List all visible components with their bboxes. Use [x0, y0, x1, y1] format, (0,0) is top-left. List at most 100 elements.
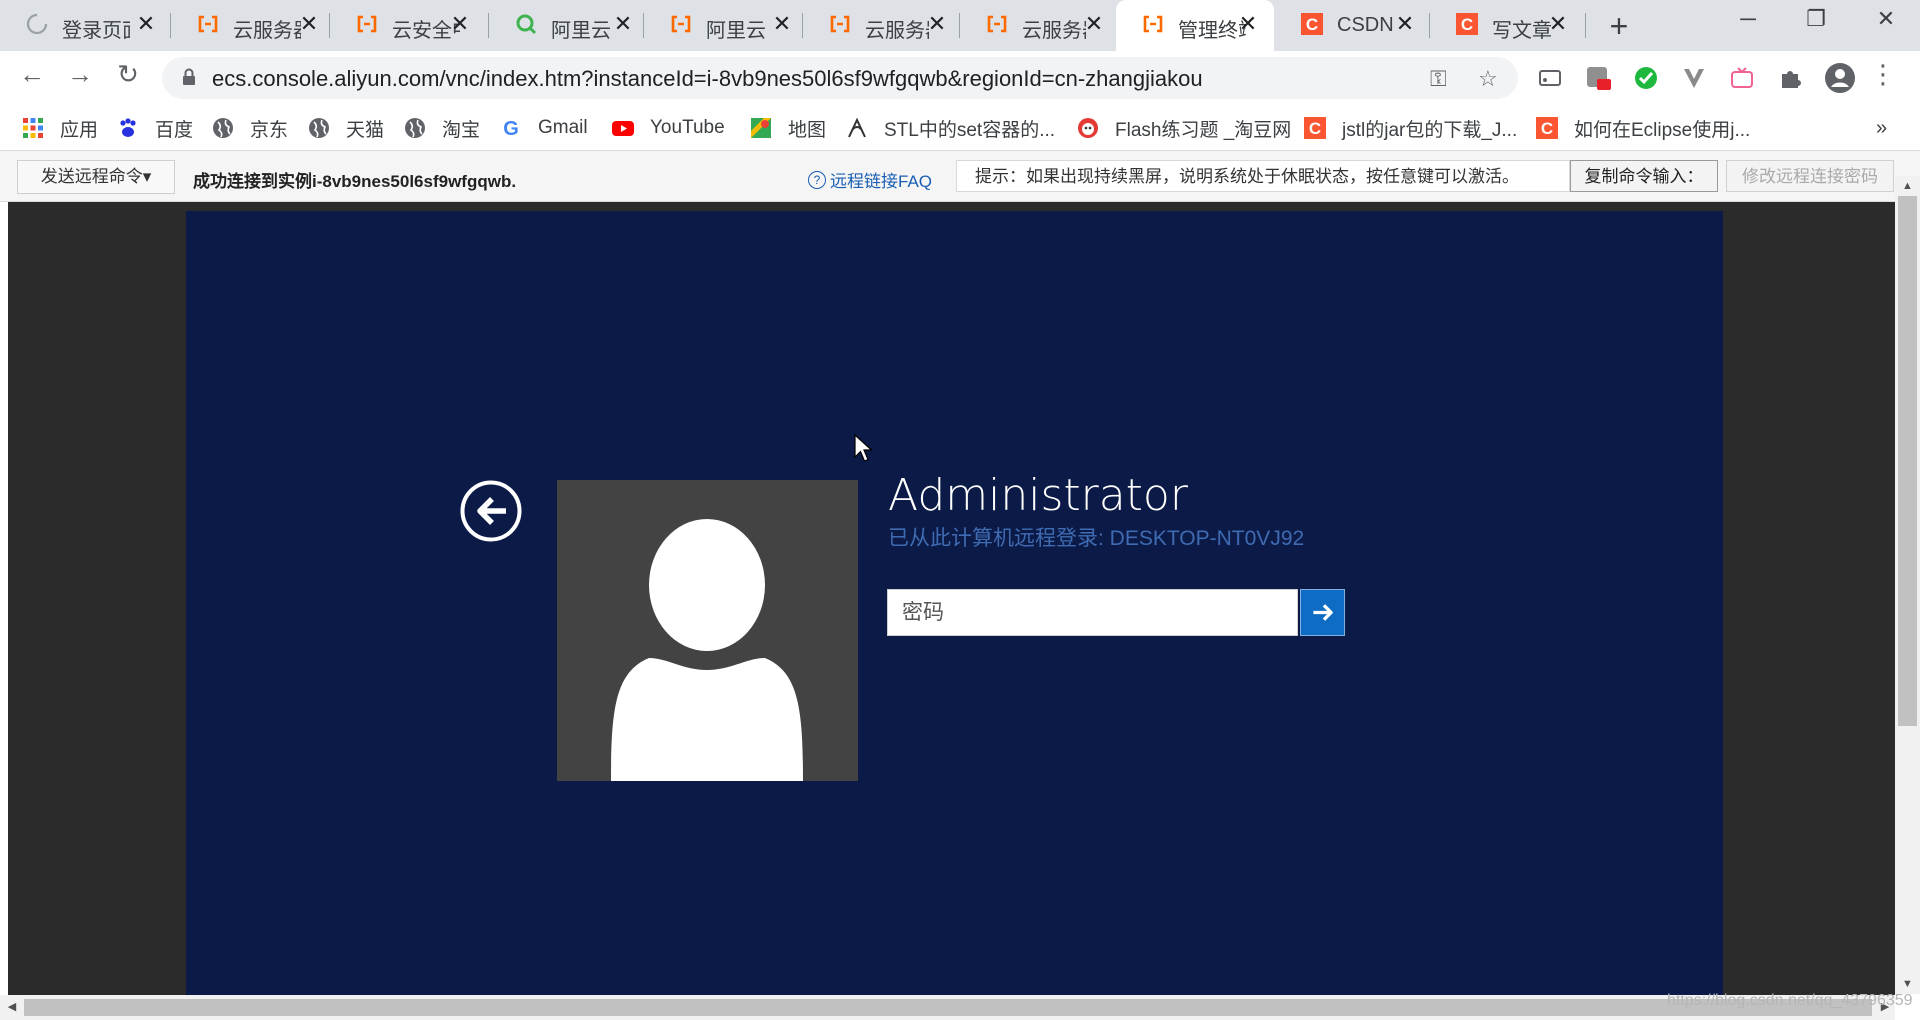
aliyun-icon [987, 15, 1007, 33]
copy-command-input-button[interactable]: 复制命令输入： [1570, 160, 1718, 192]
new-tab-button[interactable]: + [1603, 8, 1635, 45]
address-bar[interactable]: ecs.console.aliyun.com/vnc/index.htm?ins… [162, 57, 1518, 99]
minimize-icon[interactable]: ─ [1728, 6, 1768, 32]
mouse-pointer-icon [854, 434, 874, 462]
window-close-icon[interactable]: ✕ [1866, 6, 1906, 32]
cast-icon[interactable] [1536, 64, 1564, 92]
tab-title: 云服务器 [865, 20, 929, 42]
bookmark-label: STL中的set容器的... [884, 119, 1056, 141]
bookmark-jd[interactable]: 京东 [212, 115, 288, 141]
star-bookmark-icon[interactable]: ☆ [1478, 66, 1498, 92]
tab-title: CSDN [1337, 14, 1394, 36]
user-silhouette-icon [611, 519, 803, 781]
submit-arrow-button[interactable] [1300, 589, 1345, 636]
extension-red-badge-icon[interactable] [1584, 64, 1612, 92]
bookmark-tmall[interactable]: 天猫 [308, 115, 384, 141]
bookmark-eclipse[interactable]: C 如何在Eclipse使用j... [1536, 115, 1750, 141]
maps-icon [751, 118, 771, 138]
send-remote-command-label: 发送远程命令 [40, 167, 143, 186]
globe-icon [405, 118, 425, 138]
csdn-icon: C [1301, 13, 1323, 35]
close-icon[interactable]: ✕ [1546, 11, 1570, 37]
aliyun-icon [357, 15, 377, 33]
extension-tv-icon[interactable] [1728, 64, 1756, 92]
close-icon[interactable]: ✕ [134, 11, 158, 37]
bookmark-label: 应用 [60, 119, 99, 141]
bookmarks-bar: 应用 百度 京东 天猫 淘宝 G Gmail YouTube 地图 STL中的s… [0, 105, 1920, 151]
bookmark-apps[interactable]: 应用 [22, 115, 98, 141]
bookmark-label: 京东 [250, 119, 289, 141]
scroll-up-icon[interactable]: ▲ [1895, 176, 1920, 196]
scroll-down-icon[interactable]: ▼ [1895, 974, 1920, 994]
bookmark-label: 淘宝 [442, 119, 481, 141]
password-input[interactable] [888, 590, 1298, 635]
tab-csdn[interactable]: C CSDN ✕ [1275, 0, 1429, 51]
tab-write-article[interactable]: C 写文章 ✕ [1430, 0, 1585, 51]
bookmark-label: jstl的jar包的下载_J... [1342, 119, 1518, 141]
tab-cloud-server-2[interactable]: 云服务器 ✕ [803, 0, 959, 51]
reload-icon[interactable]: ↻ [110, 59, 146, 90]
tab-strip: 登录页面 ✕ 云服务器 ✕ 云安全中心 ✕ 阿里云 ✕ 阿里云 ✕ 云服务器 ✕… [0, 0, 1920, 51]
puzzle-extensions-icon[interactable] [1776, 64, 1804, 92]
close-icon[interactable]: ✕ [297, 11, 321, 37]
bookmark-youtube[interactable]: YouTube [612, 115, 725, 141]
bookmark-gmail[interactable]: G Gmail [500, 115, 587, 141]
bookmark-flash-exercise[interactable]: Flash练习题 _淘豆网 [1077, 115, 1291, 141]
bookmark-label: YouTube [650, 117, 725, 138]
extension-green-check-icon[interactable] [1632, 64, 1660, 92]
tab-title: 云服务器 [233, 20, 301, 42]
globe-icon [309, 118, 329, 138]
forward-arrow-icon[interactable]: → [62, 59, 98, 90]
svg-text:C: C [1306, 15, 1318, 34]
google-icon: G [503, 118, 519, 139]
restore-icon[interactable]: ❐ [1796, 6, 1836, 32]
aliyun-icon [671, 15, 691, 33]
bookmark-jstl-jar[interactable]: C jstl的jar包的下载_J... [1304, 115, 1517, 141]
back-arrow-icon[interactable]: ← [14, 59, 50, 90]
tab-separator [1585, 13, 1586, 38]
url-text[interactable]: ecs.console.aliyun.com/vnc/index.htm?ins… [212, 66, 1203, 92]
globe-icon [213, 118, 233, 138]
tab-aliyun-2[interactable]: 阿里云 ✕ [644, 0, 802, 51]
close-icon[interactable]: ✕ [448, 11, 472, 37]
change-remote-password-button[interactable]: 修改远程连接密码 [1726, 160, 1894, 192]
close-icon[interactable]: ✕ [925, 11, 949, 37]
bookmark-maps[interactable]: 地图 [750, 115, 826, 141]
tab-cloud-server-3[interactable]: 云服务器 ✕ [960, 0, 1115, 51]
close-icon[interactable]: ✕ [770, 11, 794, 37]
horizontal-scroll-thumb[interactable] [24, 999, 1872, 1016]
profile-avatar-icon[interactable] [1824, 62, 1856, 94]
vertical-scroll-thumb[interactable] [1898, 196, 1917, 726]
close-icon[interactable]: ✕ [611, 11, 635, 37]
tab-management-terminal[interactable]: 管理终端 ✕ [1116, 0, 1274, 51]
loading-spinner-icon [26, 13, 48, 35]
tab-title: 云服务器 [1022, 20, 1086, 42]
csdn-icon: C [1304, 117, 1326, 139]
baidu-paw-icon [120, 118, 136, 137]
key-icon[interactable]: ⚿ [1430, 66, 1447, 92]
vnc-command-bar: 发送远程命令▾ 成功连接到实例i-8vb9nes50l6sf9wfgqwb. ?… [0, 151, 1920, 202]
tab-cloud-server-1[interactable]: 云服务器 ✕ [171, 0, 329, 51]
remote-faq-link[interactable]: ? 远程链接FAQ [808, 167, 932, 192]
login-subtitle: 已从此计算机远程登录: DESKTOP-NT0VJ92 [888, 527, 1305, 550]
extension-v-icon[interactable] [1680, 64, 1708, 92]
bookmark-baidu[interactable]: 百度 [117, 115, 193, 141]
tab-login-page[interactable]: 登录页面 ✕ [0, 0, 160, 51]
youtube-icon [612, 121, 634, 136]
close-icon[interactable]: ✕ [1082, 11, 1106, 37]
svg-text:C: C [1461, 15, 1473, 34]
tab-aliyun-1[interactable]: 阿里云 ✕ [489, 0, 643, 51]
bookmark-taobao[interactable]: 淘宝 [404, 115, 480, 141]
csdn-icon: C [1536, 117, 1558, 139]
close-icon[interactable]: ✕ [1393, 11, 1417, 37]
bookmark-label: Flash练习题 _淘豆网 [1115, 119, 1292, 141]
bookmarks-overflow-icon[interactable]: » [1876, 115, 1887, 141]
browser-toolbar: ← → ↻ ecs.console.aliyun.com/vnc/index.h… [0, 51, 1920, 105]
send-remote-command-button[interactable]: 发送远程命令▾ [17, 160, 175, 194]
tab-cloud-security[interactable]: 云安全中心 ✕ [330, 0, 488, 51]
back-circle-arrow-icon[interactable] [460, 480, 522, 542]
menu-dots-icon[interactable]: ⋮ [1870, 59, 1896, 90]
scroll-left-icon[interactable]: ◀ [2, 995, 22, 1020]
close-icon[interactable]: ✕ [1236, 11, 1260, 37]
bookmark-stl-set[interactable]: STL中的set容器的... [846, 115, 1055, 141]
